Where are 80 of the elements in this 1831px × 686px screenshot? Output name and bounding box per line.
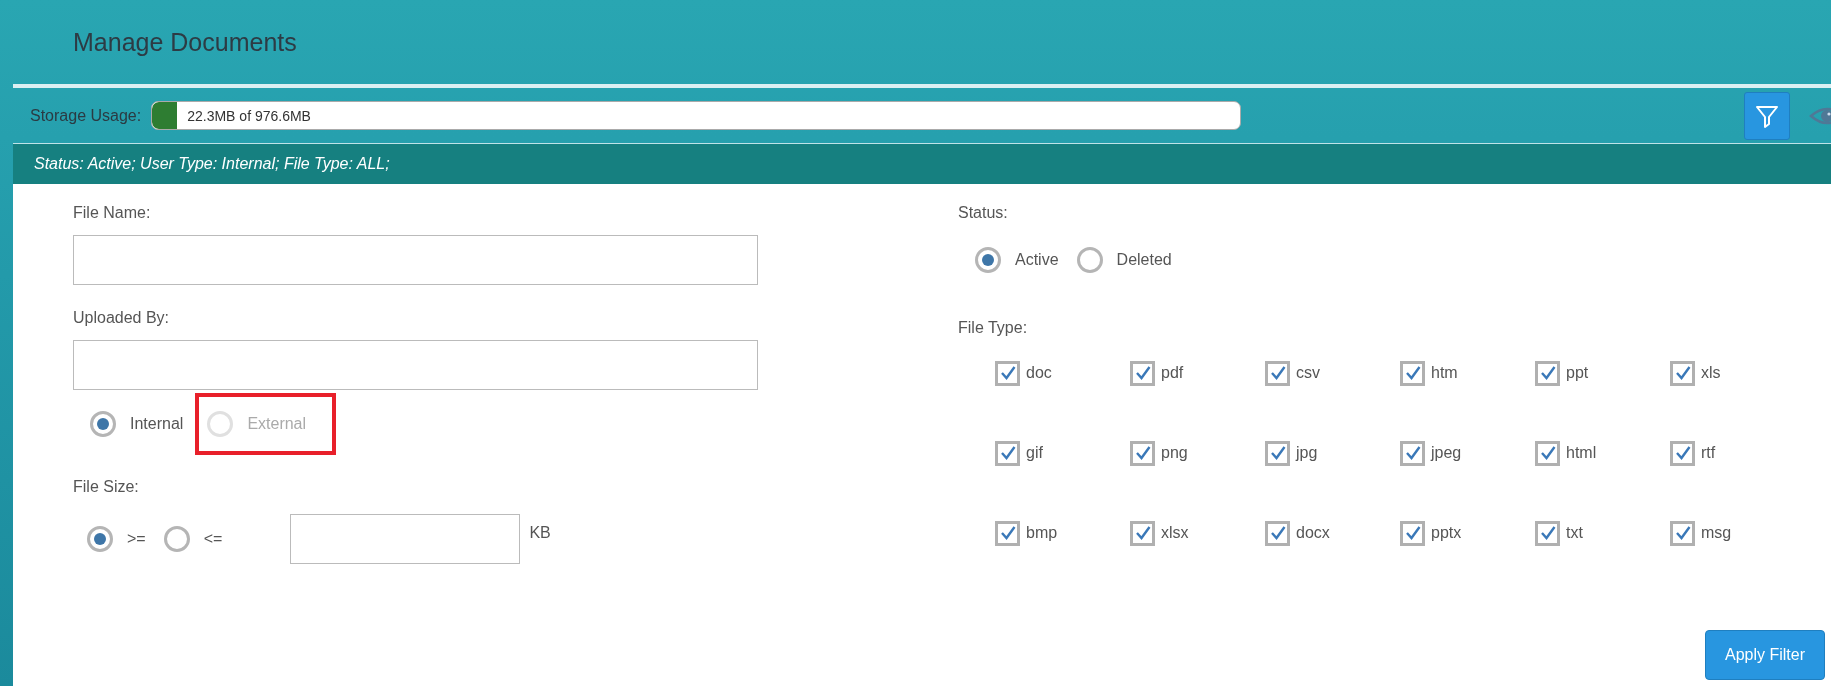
checkbox[interactable] (1130, 520, 1155, 546)
checkbox[interactable] (1535, 520, 1560, 546)
checkbox[interactable] (995, 520, 1020, 546)
uploaded-by-field[interactable] (73, 340, 758, 390)
checkbox-label: csv (1296, 364, 1320, 382)
checkbox[interactable] (1265, 520, 1290, 546)
checkbox[interactable] (1535, 440, 1560, 466)
checkbox-label: msg (1701, 524, 1732, 542)
checkmark-icon (1538, 364, 1557, 382)
checkbox[interactable] (1535, 360, 1560, 386)
radio-button[interactable] (163, 526, 190, 552)
checkbox[interactable] (1130, 360, 1155, 386)
checkmark-icon (1538, 524, 1557, 542)
checkbox-label: ppt (1566, 364, 1589, 382)
checkbox-label: xlsx (1161, 524, 1189, 542)
checkbox-label: rtf (1701, 444, 1716, 462)
checkbox-label: xls (1701, 364, 1721, 382)
checkbox-label: doc (1026, 364, 1052, 382)
field-label: File Type: (958, 318, 1028, 338)
checkbox-label: docx (1296, 524, 1330, 542)
field-label: File Name: (73, 203, 151, 223)
checkmark-icon (1403, 524, 1422, 542)
field-label: Uploaded By: (73, 308, 170, 328)
radio-label: Deleted (1116, 251, 1172, 269)
field-label: Status: (958, 203, 1008, 223)
radio-button[interactable] (975, 247, 1001, 273)
checkbox[interactable] (1400, 440, 1425, 466)
radio-label: External (247, 415, 307, 433)
checkbox-label: html (1566, 444, 1597, 462)
storage-label: Storage Usage: (30, 106, 142, 125)
filter-button[interactable] (1744, 91, 1790, 140)
radio-button[interactable] (1076, 247, 1103, 273)
radio-label: Active (1015, 251, 1059, 269)
checkbox-label: bmp (1026, 524, 1058, 542)
checkmark-icon (1268, 524, 1287, 542)
checkmark-icon (998, 524, 1017, 542)
checkmark-icon (998, 444, 1017, 462)
checkmark-icon (1403, 444, 1422, 462)
checkbox[interactable] (1400, 360, 1425, 386)
checkbox[interactable] (1400, 520, 1425, 546)
checkbox[interactable] (995, 440, 1020, 466)
checkmark-icon (1673, 524, 1692, 542)
checkmark-icon (1673, 364, 1692, 382)
field-label: File Size: (73, 477, 139, 497)
checkbox[interactable] (1670, 440, 1695, 466)
radio-button[interactable] (87, 526, 113, 552)
checkbox-label: png (1161, 444, 1188, 462)
checkmark-icon (998, 364, 1017, 382)
checkmark-icon (1133, 444, 1152, 462)
unit-label: KB (529, 524, 551, 542)
checkbox[interactable] (995, 360, 1020, 386)
checkmark-icon (1403, 364, 1422, 382)
storage-reading: 22.3MB of 976.6MB (186, 107, 311, 124)
checkbox-label: htm (1431, 364, 1458, 382)
checkbox[interactable] (1670, 360, 1695, 386)
checkbox-label: jpeg (1431, 444, 1462, 462)
filter-summary: Status: Active; User Type: Internal; File Type: ALL; (34, 155, 390, 173)
checkmark-icon (1133, 364, 1152, 382)
apply-filter-button[interactable]: Apply Filter (1705, 630, 1825, 680)
checkmark-icon (1673, 444, 1692, 462)
checkbox-label: pptx (1431, 524, 1462, 542)
checkbox-label: pdf (1161, 364, 1184, 382)
checkbox-label: jpg (1296, 444, 1318, 462)
file-name-field[interactable] (73, 235, 758, 285)
radio-button[interactable] (90, 411, 116, 437)
checkbox[interactable] (1265, 360, 1290, 386)
checkmark-icon (1268, 444, 1287, 462)
file-size-field[interactable] (290, 514, 521, 564)
radio-label: >= (127, 530, 146, 548)
checkbox-label: txt (1566, 524, 1583, 542)
radio-label: <= (203, 530, 223, 548)
checkmark-icon (1538, 444, 1557, 462)
checkmark-icon (1268, 364, 1287, 382)
checkmark-icon (1133, 524, 1152, 542)
checkbox[interactable] (1265, 440, 1290, 466)
page-title: Manage Documents (73, 27, 297, 57)
radio-label: Internal (130, 415, 184, 433)
checkbox[interactable] (1130, 440, 1155, 466)
checkbox-label: gif (1026, 444, 1043, 462)
checkbox[interactable] (1670, 520, 1695, 546)
